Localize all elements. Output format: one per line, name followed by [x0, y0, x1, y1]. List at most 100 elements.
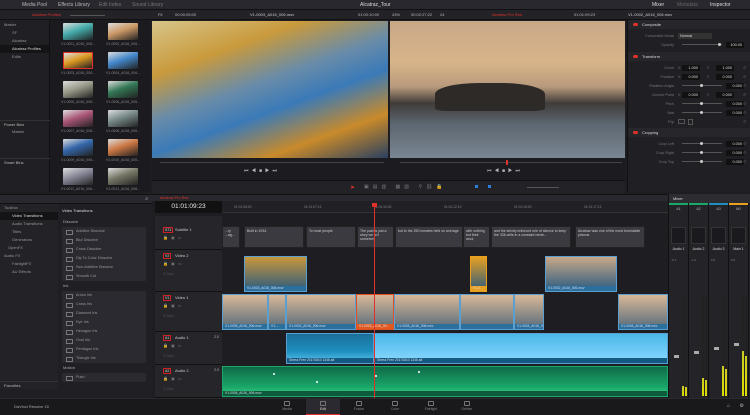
audio-clip[interactable]: Stress Free 20170810 1346.aif	[286, 333, 374, 364]
settings-gear-icon[interactable]: ⚙	[740, 403, 744, 409]
track-id[interactable]: V1	[163, 295, 172, 301]
media-pool-button[interactable]: Media Pool	[18, 1, 51, 9]
thumbnail-size-slider[interactable]	[70, 15, 105, 16]
track-header-a2[interactable]: A2 Audio 2 2.0 🔒▣▭ 2 Clips	[155, 365, 222, 398]
timeline-zoom-slider[interactable]	[527, 187, 559, 188]
track-header-v2[interactable]: V2 Video 2 🔒▣▭ 3 Clips	[155, 250, 222, 292]
pan-control[interactable]	[671, 227, 686, 244]
value-field[interactable]: 0.000	[726, 109, 744, 116]
track-header-a1[interactable]: A1 Audio 1 2.0 🔒▣▭ 2 Clips	[155, 332, 222, 365]
power-bins-master[interactable]: Master	[0, 128, 24, 136]
subtitle-clip[interactable]: To most people	[306, 226, 356, 248]
media-thumbnail[interactable]	[108, 81, 138, 98]
page-tab-media[interactable]: Media	[270, 399, 304, 415]
value-slider[interactable]	[682, 110, 722, 114]
media-thumbnail[interactable]	[108, 23, 138, 40]
track-id[interactable]: V2	[163, 253, 172, 259]
track-id[interactable]: ST1	[163, 227, 174, 233]
value-slider[interactable]	[682, 101, 722, 105]
transition-item[interactable]: Arrow Iris	[62, 291, 146, 300]
value-slider[interactable]	[682, 83, 722, 87]
value-field[interactable]: 0.000	[726, 82, 744, 89]
transition-item[interactable]: Smooth Cut	[62, 272, 146, 281]
reset-icon[interactable]: ↺	[743, 83, 746, 88]
source-viewer[interactable]	[152, 21, 388, 158]
effects-tree-item[interactable]: Audio Transitions	[0, 220, 58, 228]
transition-item[interactable]: Cross Iris	[62, 300, 146, 309]
value-field[interactable]: 0.000	[726, 158, 744, 165]
effects-tree-item[interactable]: FairlightFX	[0, 260, 58, 268]
track-id[interactable]: A2	[163, 368, 172, 374]
reset-icon[interactable]: ↺	[743, 101, 746, 106]
inspector-button[interactable]: Inspector	[706, 1, 735, 9]
composite-mode-dropdown[interactable]: Normal	[678, 32, 712, 39]
bin-item[interactable]: Alcatraz Profiles	[0, 45, 49, 53]
subtitle-clip[interactable]: Built in 1934	[244, 226, 304, 248]
track-controls[interactable]: 🔒▣▭	[163, 303, 185, 308]
transition-item[interactable]: Pentagon Iris	[62, 345, 146, 354]
video-clip[interactable]: V1-...	[268, 294, 286, 330]
pan-control[interactable]	[731, 227, 746, 244]
bin-item[interactable]: Master	[0, 21, 49, 29]
subtitle-clip[interactable]: Alcatraz was one of the most formidable …	[575, 226, 645, 248]
track-controls[interactable]: 🔒▣▭	[163, 261, 185, 266]
page-tab-color[interactable]: Color	[378, 399, 412, 415]
pan-control[interactable]	[691, 227, 706, 244]
composite-section-header[interactable]: Composite	[628, 20, 750, 29]
track-id[interactable]: A1	[163, 335, 172, 341]
x-value[interactable]: 0.000	[682, 91, 700, 98]
pan-control[interactable]	[711, 227, 726, 244]
reset-icon[interactable]: ↺	[743, 92, 746, 97]
source-play-controls[interactable]: ⏮◀■▶⏭	[244, 168, 280, 174]
x-value[interactable]: 1.000	[682, 64, 700, 71]
fader-handle[interactable]	[714, 347, 719, 350]
video-clip[interactable]: V1-0002_A016_00...	[356, 294, 394, 330]
value-field[interactable]: 0.000	[726, 149, 744, 156]
page-tab-deliver[interactable]: Deliver	[450, 399, 484, 415]
subtitle-clip[interactable]: but to the 250 inmates held on average	[395, 226, 463, 248]
y-value[interactable]: 0.000	[716, 73, 734, 80]
reset-icon[interactable]: ↺	[743, 74, 746, 79]
search-icon[interactable]: ⌕	[145, 196, 148, 202]
effects-tree-item[interactable]: Toolbox	[0, 204, 58, 212]
media-thumbnail[interactable]	[108, 52, 138, 69]
reset-icon[interactable]: ↺	[743, 159, 746, 164]
bin-item[interactable]: Edits	[0, 53, 49, 61]
audio-clip[interactable]: Stress Free 20170810 1346.aif	[374, 333, 668, 364]
x-value[interactable]: 0.000	[682, 73, 700, 80]
transition-item[interactable]: Push	[62, 373, 146, 382]
effects-tree-item[interactable]: Video Transitions	[0, 212, 58, 220]
effects-tree-item[interactable]: Audio FX	[0, 252, 58, 260]
media-thumbnail[interactable]	[63, 81, 93, 98]
flag-color-icon[interactable]	[475, 185, 478, 188]
transition-item[interactable]: Blur Dissolve	[62, 236, 146, 245]
selection-tool-icon[interactable]: ➤	[350, 184, 355, 191]
value-field[interactable]: 0.000	[726, 140, 744, 147]
video-clip[interactable]: V1-0003_A016_006.mov	[244, 256, 307, 292]
transition-item[interactable]: Hexagon Iris	[62, 327, 146, 336]
media-thumbnail[interactable]	[108, 139, 138, 156]
fader-handle[interactable]	[674, 355, 679, 358]
reset-icon[interactable]: ↺	[743, 110, 746, 115]
mixer-button[interactable]: Mixer	[648, 1, 668, 9]
audio-clip[interactable]: V1-0006_A016_006.mov	[222, 366, 668, 397]
value-slider[interactable]	[682, 141, 722, 145]
subtitle-clip[interactable]: and the strictly enforced rule of silenc…	[491, 226, 571, 248]
source-scrubber[interactable]	[160, 162, 384, 163]
program-play-controls[interactable]: ⏮◀■▶⏭	[487, 168, 523, 174]
flip-horizontal-button[interactable]	[678, 119, 685, 124]
edit-index-button[interactable]: Edit Index	[95, 1, 125, 9]
page-tab-edit[interactable]: Edit	[306, 399, 340, 415]
bin-item[interactable]: Alcatraz	[0, 37, 49, 45]
transition-item[interactable]: Dip To Color Dissolve	[62, 254, 146, 263]
transition-item[interactable]: Eye Iris	[62, 318, 146, 327]
reset-icon[interactable]: ↺	[743, 141, 746, 146]
playhead[interactable]	[372, 203, 377, 398]
source-fit[interactable]: Fit	[158, 12, 162, 17]
timeline-tab[interactable]: Alcatraz Pro Res	[152, 196, 189, 200]
volume-keyframe[interactable]	[316, 381, 318, 383]
y-value[interactable]: 1.000	[716, 64, 734, 71]
subtitle-clip[interactable]: The past is just a story we tell ourselv…	[357, 226, 394, 248]
video-clip[interactable]	[460, 294, 514, 330]
reset-icon[interactable]: ↺	[743, 119, 746, 124]
